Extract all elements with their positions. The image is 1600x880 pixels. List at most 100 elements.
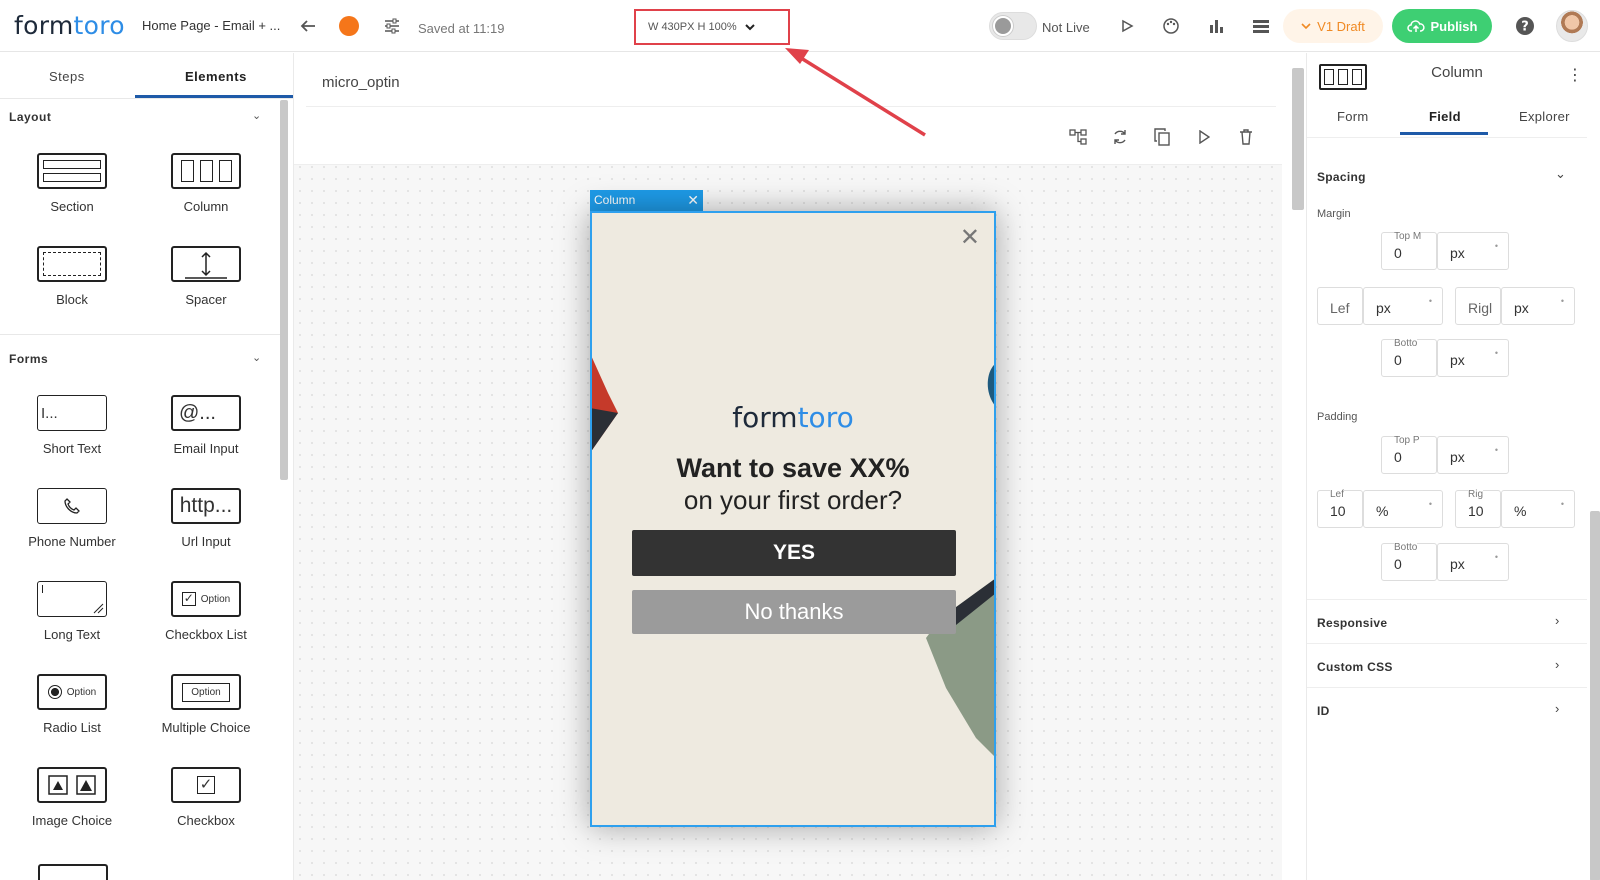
popup-close-icon[interactable]: ✕ <box>960 223 980 252</box>
logo-text-form: form <box>14 11 74 40</box>
tab-form[interactable]: Form <box>1337 109 1369 124</box>
element-block[interactable]: Block <box>6 246 138 307</box>
layout-section-title[interactable]: Layout <box>9 110 51 124</box>
field-value: 0 <box>1394 556 1402 572</box>
breadcrumb[interactable]: Home Page - Email + ... <box>142 18 280 33</box>
image-choice-icon <box>37 767 107 803</box>
live-toggle[interactable] <box>989 12 1037 40</box>
unit-value: % <box>1514 503 1527 519</box>
element-radio-list[interactable]: Option Radio List <box>6 674 138 735</box>
chevron-down-icon[interactable]: ⌄ <box>252 109 261 122</box>
padding-bottom-unit-select[interactable]: px • <box>1437 543 1509 581</box>
step-name[interactable]: micro_optin <box>322 74 400 91</box>
hierarchy-icon[interactable] <box>1066 125 1090 149</box>
padding-left-input[interactable]: Lef 10 <box>1317 490 1363 528</box>
short-text-icon: I... <box>37 395 107 431</box>
popup-preview[interactable]: ✕ formtoro Want to save XX% on your firs… <box>590 211 996 827</box>
element-short-text[interactable]: I... Short Text <box>6 395 138 456</box>
element-checkbox-list[interactable]: ✓ Option Checkbox List <box>140 581 272 642</box>
tab-elements[interactable]: Elements <box>185 69 247 84</box>
tab-steps[interactable]: Steps <box>49 69 85 84</box>
margin-bottom-input[interactable]: Botto 0 <box>1381 339 1437 377</box>
palette-icon[interactable] <box>1158 13 1184 39</box>
publish-button[interactable]: Publish <box>1392 9 1492 43</box>
id-section-title[interactable]: ID <box>1317 704 1330 718</box>
chevron-right-icon[interactable]: › <box>1555 657 1559 672</box>
icon-text: @... <box>179 401 216 424</box>
dropdown-icon: • <box>1560 499 1564 509</box>
version-draft-button[interactable]: V1 Draft <box>1283 9 1383 43</box>
element-phone-number[interactable]: Phone Number <box>6 488 138 549</box>
no-thanks-button[interactable]: No thanks <box>632 590 956 634</box>
preview-play-icon[interactable] <box>1114 13 1140 39</box>
element-section[interactable]: Section <box>6 153 138 214</box>
padding-bottom-input[interactable]: Botto 0 <box>1381 543 1437 581</box>
padding-top-input[interactable]: Top P 0 <box>1381 436 1437 474</box>
play-icon[interactable] <box>1192 125 1216 149</box>
padding-right-unit-select[interactable]: % • <box>1501 490 1575 528</box>
column-selection-label[interactable]: Column ✕ <box>590 190 703 211</box>
list-icon[interactable] <box>1248 13 1274 39</box>
chevron-right-icon[interactable]: › <box>1555 613 1559 628</box>
popup-subheadline[interactable]: on your first order? <box>592 485 994 516</box>
logo-text-toro: toro <box>73 11 125 40</box>
element-label: Radio List <box>43 720 101 735</box>
element-image-choice[interactable]: Image Choice <box>6 767 138 828</box>
field-caption: Top M <box>1394 231 1422 242</box>
cloud-upload-icon <box>1406 20 1425 32</box>
more-vertical-icon[interactable]: ⋮ <box>1567 65 1583 85</box>
right-scrollbar[interactable] <box>1590 511 1600 880</box>
margin-right-unit-select[interactable]: px • <box>1501 287 1575 325</box>
chevron-down-icon[interactable]: ⌄ <box>1555 166 1566 182</box>
margin-left-unit-select[interactable]: px • <box>1363 287 1443 325</box>
back-arrow-icon[interactable] <box>295 13 321 39</box>
element-checkbox[interactable]: ✓ Checkbox <box>140 767 272 828</box>
custom-css-section-title[interactable]: Custom CSS <box>1317 660 1393 674</box>
element-label: Multiple Choice <box>161 720 251 735</box>
element-multiple-choice[interactable]: Option Multiple Choice <box>140 674 272 735</box>
tab-field[interactable]: Field <box>1429 109 1461 124</box>
chevron-down-icon[interactable]: ⌄ <box>252 351 261 364</box>
help-icon[interactable]: ? <box>1512 13 1538 39</box>
app-logo[interactable]: formtoro <box>14 11 125 40</box>
spacing-title[interactable]: Spacing <box>1317 170 1366 184</box>
icon-text: http... <box>179 494 233 517</box>
long-text-icon <box>37 581 107 617</box>
section-icon <box>37 153 107 189</box>
tab-explorer[interactable]: Explorer <box>1519 109 1570 124</box>
refresh-icon[interactable] <box>1108 125 1132 149</box>
margin-top-unit-select[interactable]: px • <box>1437 232 1509 270</box>
padding-right-input[interactable]: Rig 10 <box>1455 490 1501 528</box>
left-scrollbar[interactable] <box>280 100 288 480</box>
element-url-input[interactable]: http... Url Input <box>140 488 272 549</box>
popup-headline[interactable]: Want to save XX% <box>592 453 994 484</box>
trash-icon[interactable] <box>1234 125 1258 149</box>
status-dot-icon[interactable] <box>339 16 359 36</box>
element-column[interactable]: Column <box>140 153 272 214</box>
margin-top-input[interactable]: Top M 0 <box>1381 232 1437 270</box>
close-icon[interactable]: ✕ <box>687 190 699 211</box>
responsive-section-title[interactable]: Responsive <box>1317 616 1387 630</box>
analytics-bar-icon[interactable] <box>1203 13 1229 39</box>
dimension-selector[interactable]: W 430PX H 100% <box>634 9 790 45</box>
popup-logo: formtoro <box>592 401 994 434</box>
margin-right-input[interactable]: Rigl <box>1455 287 1501 325</box>
margin-bottom-unit-select[interactable]: px • <box>1437 339 1509 377</box>
divider <box>0 334 280 335</box>
padding-top-unit-select[interactable]: px • <box>1437 436 1509 474</box>
duplicate-icon[interactable] <box>1150 125 1174 149</box>
multiple-choice-icon: Option <box>171 674 241 710</box>
element-spacer[interactable]: Spacer <box>140 246 272 307</box>
settings-sliders-icon[interactable] <box>379 13 405 39</box>
forms-section-title[interactable]: Forms <box>9 352 48 366</box>
padding-left-unit-select[interactable]: % • <box>1363 490 1443 528</box>
chevron-right-icon[interactable]: › <box>1555 701 1559 716</box>
element-long-text[interactable]: Long Text <box>6 581 138 642</box>
element-email-input[interactable]: @... Email Input <box>140 395 272 456</box>
margin-left-input[interactable]: Lef <box>1317 287 1363 325</box>
yes-button[interactable]: YES <box>632 530 956 576</box>
element-partial[interactable] <box>38 864 108 880</box>
user-avatar[interactable] <box>1556 10 1588 42</box>
canvas-scrollbar[interactable] <box>1292 68 1304 210</box>
unit-value: % <box>1376 503 1389 519</box>
